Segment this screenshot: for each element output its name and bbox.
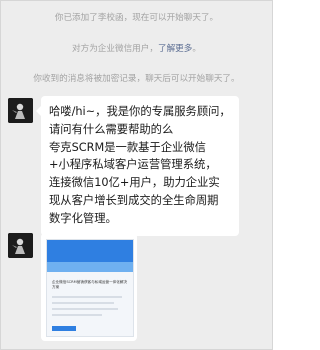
- card-text-line: [52, 302, 114, 304]
- system-message-suffix: 。: [192, 44, 201, 54]
- message-line: 数字化管理。: [49, 211, 117, 225]
- message-line: +小程序私域客户运营管理系统，: [49, 158, 217, 172]
- message-line: 请问有什么需要帮助的么: [49, 122, 174, 136]
- card-cta-bar: [52, 326, 76, 331]
- avatar[interactable]: [8, 98, 33, 123]
- avatar[interactable]: [8, 233, 33, 258]
- image-message-card[interactable]: 企业微信SCRM营销获客与私域运营一体化解决方案: [41, 233, 137, 341]
- learn-more-link[interactable]: 了解更多: [158, 44, 192, 54]
- system-message-enterprise-user: 对方为企业微信用户，了解更多。: [1, 44, 272, 55]
- card-header-subband: [47, 262, 133, 272]
- message-line: 哈喽/hi~，我是你的专属服务顾问，: [49, 105, 231, 118]
- message-line: 连接微信10亿+用户，助力企业实: [49, 176, 220, 190]
- card-text-line: [52, 308, 118, 310]
- card-text-line: [52, 296, 122, 298]
- avatar-figure-icon: [8, 233, 33, 258]
- card-thumbnail: 企业微信SCRM营销获客与私域运营一体化解决方案: [46, 239, 134, 337]
- system-message-encrypted: 你收到的消息将被加密记录，聊天后可以开始聊天了。: [33, 74, 240, 84]
- chat-window: 你已添加了李校函，现在可以开始聊天了。 对方为企业微信用户，了解更多。 你收到的…: [0, 0, 273, 350]
- system-message-prefix: 对方为企业微信用户，: [72, 44, 158, 54]
- message-line: 现从客户增长到成交的全生命周期: [49, 193, 219, 207]
- card-text-line: [52, 314, 102, 316]
- card-header-band: [47, 240, 133, 262]
- card-title: 企业微信SCRM营销获客与私域运营一体化解决方案: [52, 280, 128, 289]
- message-bubble[interactable]: 哈喽/hi~，我是你的专属服务顾问， 请问有什么需要帮助的么 夸克SCRM是一款…: [36, 96, 239, 236]
- message-line: 夸克SCRM是一款基于企业微信: [49, 140, 206, 154]
- avatar-figure-icon: [8, 98, 33, 123]
- system-message-added: 你已添加了李校函，现在可以开始聊天了。: [54, 13, 219, 23]
